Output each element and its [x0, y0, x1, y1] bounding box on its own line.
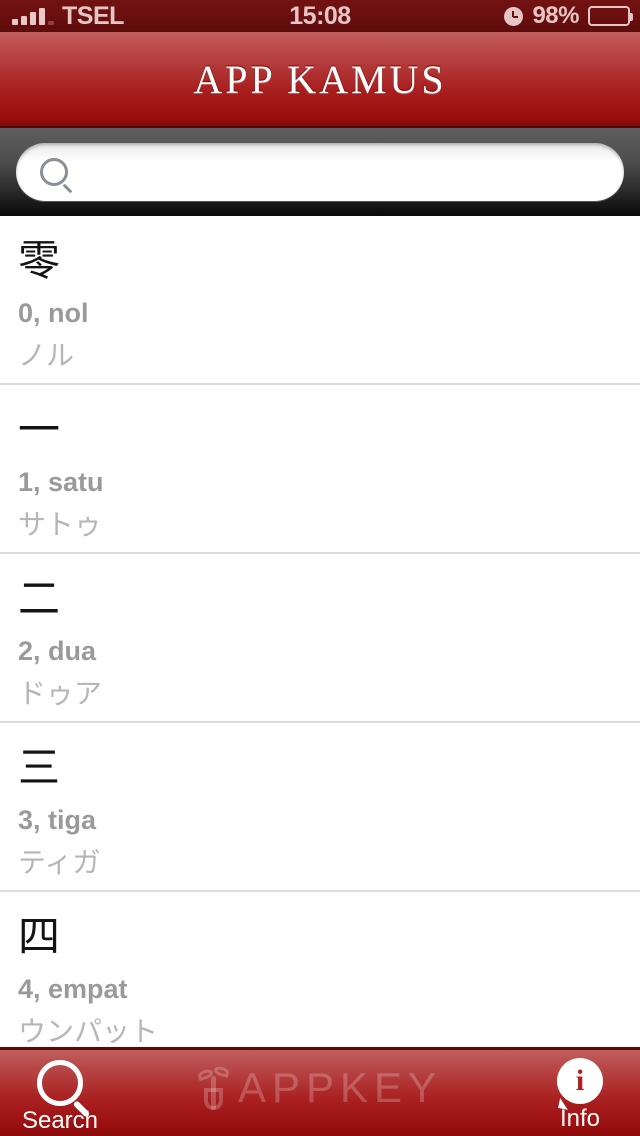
entry-meaning: 2, dua: [18, 636, 97, 666]
tab-bar: APPKEY Search i Info: [0, 1047, 640, 1136]
tab-info[interactable]: i Info: [520, 1056, 640, 1136]
search-bar: [0, 128, 640, 216]
search-icon: [37, 1060, 83, 1106]
alarm-clock-icon: [504, 6, 524, 26]
entry-kanji: 三: [18, 743, 61, 792]
tab-info-label: Info: [559, 1105, 601, 1132]
entry-meaning: 0, nol: [18, 298, 89, 328]
entry-kanji: 四: [18, 912, 61, 961]
entry-kanji: 零: [18, 236, 61, 285]
list-item[interactable]: 一 1, satu サトゥ: [0, 385, 640, 554]
watermark-label: APPKEY: [237, 1064, 443, 1111]
sprout-logo-icon: [196, 1064, 230, 1112]
list-item[interactable]: 四 4, empat ウンパット: [0, 892, 640, 1047]
search-icon: [40, 158, 68, 186]
info-glyph: i: [575, 1064, 585, 1097]
entry-reading: ノル: [18, 339, 75, 372]
info-icon: i: [557, 1058, 603, 1104]
battery-percent-label: 98%: [532, 2, 579, 29]
search-input[interactable]: [82, 151, 586, 193]
list-item[interactable]: 零 0, nol ノル: [0, 216, 640, 385]
entry-reading: サトゥ: [18, 508, 103, 541]
list-item[interactable]: 二 2, dua ドゥア: [0, 554, 640, 723]
list-item[interactable]: 三 3, tiga ティガ: [0, 723, 640, 892]
entry-meaning: 4, empat: [18, 974, 128, 1004]
status-bar-right: 98%: [504, 2, 633, 30]
battery-icon: [588, 6, 633, 26]
app-header: APP KAMUS: [0, 32, 640, 128]
page-title: APP KAMUS: [193, 56, 447, 102]
app-screen: TSEL 15:08 98% APP KAMUS 零 0, nol ノル 一 1…: [0, 0, 640, 1136]
tab-search[interactable]: Search: [0, 1056, 120, 1136]
search-field[interactable]: [16, 143, 624, 201]
entry-meaning: 1, satu: [18, 467, 104, 497]
dictionary-list[interactable]: 零 0, nol ノル 一 1, satu サトゥ 二 2, dua ドゥア 三…: [0, 216, 640, 1047]
entry-kanji: 二: [18, 574, 61, 623]
entry-kanji: 一: [18, 405, 61, 454]
entry-meaning: 3, tiga: [18, 805, 97, 835]
entry-reading: ドゥア: [18, 677, 103, 710]
entry-reading: ウンパット: [18, 1015, 159, 1048]
status-bar: TSEL 15:08 98%: [0, 0, 640, 32]
entry-reading: ティガ: [18, 846, 101, 879]
